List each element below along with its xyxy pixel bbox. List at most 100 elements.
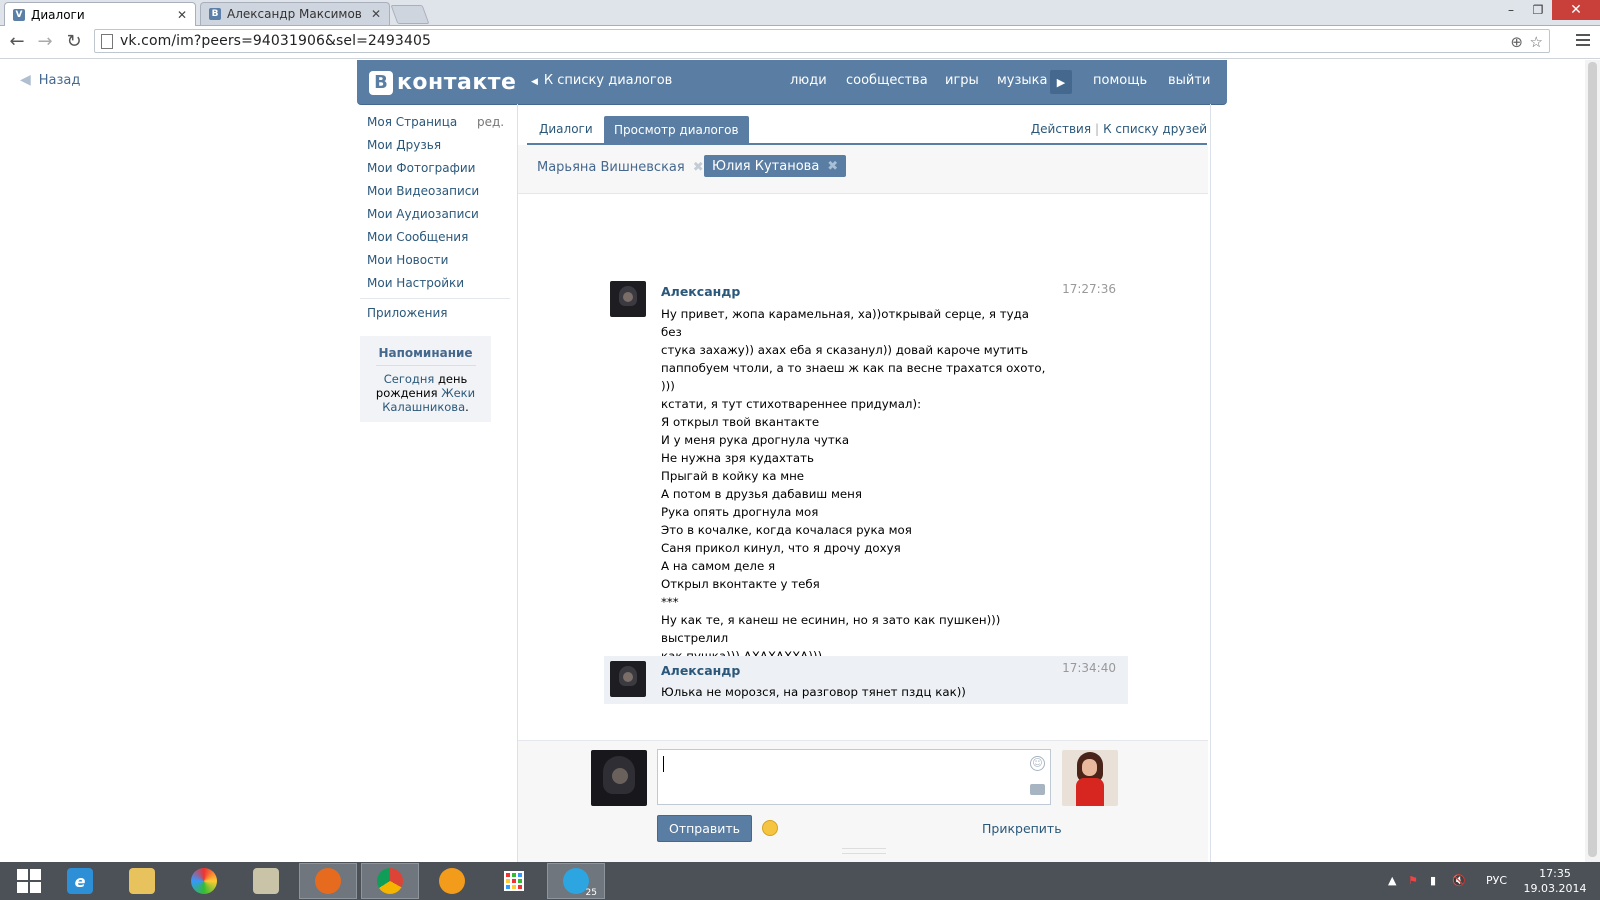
camera-icon[interactable]	[1030, 784, 1045, 795]
language-indicator[interactable]: РУС	[1486, 874, 1507, 887]
nav-games[interactable]: игры	[945, 73, 979, 88]
avatar[interactable]	[610, 281, 646, 317]
taskbar-notepad[interactable]	[237, 863, 295, 899]
taskbar-explorer[interactable]	[113, 863, 171, 899]
vk-favicon-icon: V	[13, 8, 25, 21]
remove-peer-icon[interactable]: ✖	[693, 160, 704, 175]
media-player-icon	[439, 868, 465, 894]
browser-menu-icon[interactable]	[1576, 31, 1590, 49]
nav-people[interactable]: люди	[790, 73, 827, 88]
vk-logo-letter: В	[369, 70, 393, 95]
taskbar-media[interactable]	[423, 863, 481, 899]
new-tab-button[interactable]	[390, 5, 430, 24]
reminder-divider	[375, 365, 476, 366]
tray-expand-icon[interactable]: ▲	[1388, 874, 1396, 887]
message-line: И у меня рука дрогнула чутка	[661, 433, 850, 447]
reminder-today-link[interactable]: Сегодня	[384, 372, 435, 386]
peer-avatar[interactable]	[1062, 750, 1118, 806]
system-clock[interactable]: 17:35 19.03.2014	[1520, 866, 1590, 896]
message-item: Александр 17:27:36 Ну привет, жопа карам…	[604, 278, 1128, 699]
forward-arrow-icon[interactable]: →	[34, 30, 56, 52]
nav-help[interactable]: помощь	[1093, 73, 1147, 88]
to-dialogs-label: К списку диалогов	[543, 73, 673, 88]
volume-muted-icon[interactable]: 🔇	[1452, 874, 1466, 887]
address-bar[interactable]: vk.com/im?peers=94031906&sel=2493405 ⊕ ☆	[94, 29, 1550, 53]
message-author[interactable]: Александр	[661, 284, 740, 299]
taskbar-apps[interactable]	[485, 863, 543, 899]
smile-icon[interactable]: ☺	[1030, 756, 1045, 771]
taskbar-telegram[interactable]: 25	[547, 863, 605, 899]
message-line: Саня прикол кинул, что я дрочу дохуя	[661, 541, 901, 555]
message-line: Открыл вконтакте у тебя	[661, 577, 820, 591]
send-button[interactable]: Отправить	[657, 815, 752, 842]
peer-chip-selected[interactable]: Юлия Кутанова ✖	[704, 155, 847, 177]
sidebar-item-news[interactable]: Мои Новости	[367, 253, 448, 267]
tab-view-dialogs[interactable]: Просмотр диалогов	[604, 116, 749, 143]
back-link[interactable]: ◀ Назад	[20, 72, 80, 88]
vk-logo[interactable]: В контакте	[369, 70, 516, 95]
reminder-box: Напоминание Сегодня день рождения Жеки К…	[360, 336, 491, 422]
reminder-dot: .	[465, 400, 469, 414]
sidebar-item-videos[interactable]: Мои Видеозаписи	[367, 184, 479, 198]
message-text: Ну привет, жопа карамельная, ха))открыва…	[661, 305, 1051, 701]
battery-icon[interactable]: ▮	[1430, 874, 1436, 887]
browser-tab-profile[interactable]: B Александр Максимов ✕	[200, 2, 390, 25]
sidebar-item-messages[interactable]: Мои Сообщения	[367, 230, 468, 244]
nav-communities[interactable]: сообщества	[846, 73, 928, 88]
emoji-icon[interactable]	[762, 820, 778, 836]
nav-music[interactable]: музыка	[997, 73, 1048, 88]
friends-list-link[interactable]: К списку друзей	[1103, 122, 1207, 136]
peer-chip[interactable]: Марьяна Вишневская ✖	[537, 160, 704, 175]
scrollbar-thumb[interactable]	[1588, 62, 1597, 857]
actions-link[interactable]: Действия	[1031, 122, 1091, 136]
play-icon[interactable]: ▶	[1050, 70, 1072, 94]
my-avatar[interactable]	[591, 750, 647, 806]
peers-bar: Марьяна Вишневская ✖ Юлия Кутанова ✖	[518, 145, 1208, 194]
chevron-left-icon: ◀	[531, 77, 538, 87]
reminder-name-link[interactable]: Жеки	[441, 386, 475, 400]
sidebar-item-settings[interactable]: Мои Настройки	[367, 276, 464, 290]
bookmark-star-icon[interactable]: ☆	[1530, 33, 1543, 51]
browser-toolbar: ← → ↻ vk.com/im?peers=94031906&sel=24934…	[0, 26, 1600, 59]
close-window-button[interactable]: ✕	[1552, 0, 1600, 20]
sidebar-item-photos[interactable]: Мои Фотографии	[367, 161, 475, 175]
message-time: 17:34:40	[1062, 661, 1116, 675]
back-arrow-icon[interactable]: ←	[6, 30, 28, 52]
clock-time: 17:35	[1539, 867, 1571, 880]
taskbar-firefox[interactable]	[299, 863, 357, 899]
telegram-badge: 25	[585, 888, 597, 898]
taskbar-chrome[interactable]	[361, 863, 419, 899]
browser-tab-dialogs[interactable]: V Диалоги ✕	[4, 2, 196, 26]
message-author[interactable]: Александр	[661, 663, 740, 678]
remove-peer-icon[interactable]: ✖	[827, 159, 838, 174]
avatar[interactable]	[610, 661, 646, 697]
reminder-surname-link[interactable]: Калашникова	[382, 400, 465, 414]
peer-name: Марьяна Вишневская	[537, 160, 685, 175]
message-line: ***	[661, 595, 679, 609]
sidebar-item-audio[interactable]: Мои Аудиозаписи	[367, 207, 479, 221]
restore-button[interactable]: ❐	[1524, 0, 1552, 20]
zoom-icon[interactable]: ⊕	[1510, 33, 1523, 51]
dialog-tabs: Диалоги Просмотр диалогов Действия | К спи…	[527, 116, 1207, 145]
sidebar-item-friends[interactable]: Мои Друзья	[367, 138, 441, 152]
network-flag-icon[interactable]: ⚑	[1408, 874, 1418, 887]
close-tab-icon[interactable]: ✕	[177, 8, 187, 22]
minimize-button[interactable]: –	[1498, 0, 1524, 20]
page-icon	[101, 33, 113, 49]
sidebar-edit-link[interactable]: ред.	[477, 115, 504, 129]
sidebar-item-my-page[interactable]: Моя Страница	[367, 115, 457, 129]
tab-dialogs[interactable]: Диалоги	[539, 122, 593, 136]
nav-logout[interactable]: выйти	[1168, 73, 1210, 88]
taskbar-ie[interactable]: e	[51, 863, 109, 899]
attach-link[interactable]: Прикрепить	[982, 821, 1062, 836]
back-label: Назад	[38, 72, 81, 88]
sidebar-item-apps[interactable]: Приложения	[367, 306, 448, 320]
to-dialogs-link[interactable]: ◀ К списку диалогов	[531, 73, 672, 88]
reload-icon[interactable]: ↻	[63, 30, 85, 52]
resize-grip[interactable]	[842, 848, 886, 854]
message-input[interactable]: ☺	[657, 749, 1051, 805]
message-line: Ну как те, я канеш не есинин, но я зато …	[661, 613, 1001, 645]
start-button[interactable]	[0, 863, 58, 899]
close-tab-icon[interactable]: ✕	[371, 7, 381, 21]
taskbar-picasa[interactable]	[175, 863, 233, 899]
